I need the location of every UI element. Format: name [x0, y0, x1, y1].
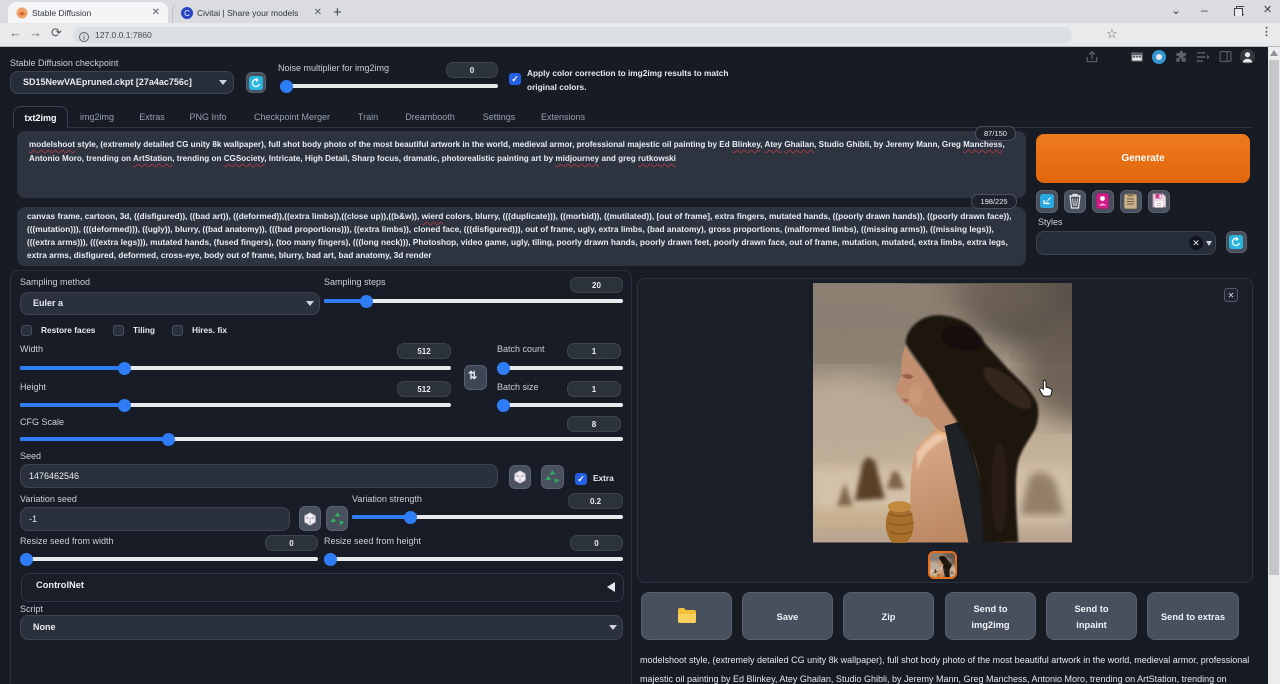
svg-text:C: C	[184, 9, 190, 18]
